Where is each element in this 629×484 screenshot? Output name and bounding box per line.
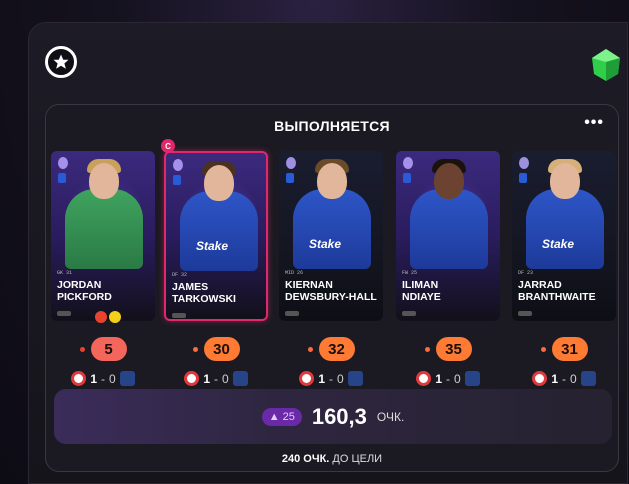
points-row: 35 [396, 337, 500, 361]
jersey-sponsor: Stake [309, 237, 342, 251]
yellow-card-icon [109, 311, 121, 323]
player-slot-4[interactable]: FW 25 ILIMAN NDIAYE 35 1 - 0 [396, 151, 500, 391]
match-result: 1 - 0 [51, 371, 155, 386]
player-face [550, 163, 580, 199]
red-card-icon [95, 311, 107, 323]
points-row: 30 [164, 337, 268, 361]
everton-icon [580, 371, 596, 386]
points-badge: 30 [203, 337, 240, 361]
player-face [89, 163, 119, 199]
team-card-panel: ВЫПОЛНЯЕТСЯ ••• GK 31 JORDAN PICKFORD 5 [45, 104, 619, 472]
jersey-sponsor: Stake [542, 237, 575, 251]
player-slot-5[interactable]: Stake DF 23 JARRAD BRANTHWAITE 31 1 - 0 [512, 151, 616, 391]
player-face [317, 163, 347, 199]
player-card[interactable]: FW 25 ILIMAN NDIAYE [396, 151, 500, 321]
player-name: JORDAN PICKFORD [57, 279, 112, 303]
player-name: JARRAD BRANTHWAITE [518, 279, 596, 303]
player-stats: DF 23 [518, 270, 534, 276]
player-card[interactable]: Stake DF 32 JAMES TARKOWSKI [164, 151, 268, 321]
match-result: 1 - 0 [512, 371, 616, 386]
total-points-value: 160,3 [311, 403, 367, 429]
player-slot-3[interactable]: Stake MID 26 KIERNAN DEWSBURY-HALL 32 1 … [279, 151, 383, 391]
player-name: KIERNAN DEWSBURY-HALL [285, 279, 377, 303]
player-stats: DF 32 [172, 272, 188, 278]
player-jersey [65, 189, 143, 269]
player-slot-1[interactable]: GK 31 JORDAN PICKFORD 5 1 - 0 [51, 151, 155, 391]
brentford-icon [71, 371, 87, 386]
points-row: 32 [279, 337, 383, 361]
jersey-sponsor: Stake [196, 239, 229, 253]
player-stats: MID 26 [285, 270, 304, 276]
club-icon [403, 173, 411, 183]
points-row: 31 [512, 337, 616, 361]
more-dots-icon[interactable]: ••• [584, 115, 604, 131]
points-badge: 5 [90, 337, 127, 361]
points-badge: 31 [551, 337, 588, 361]
player-jersey [526, 189, 604, 269]
player-slot-2[interactable]: C Stake DF 32 JAMES TARKOWSKI 30 1 - 0 [161, 139, 268, 391]
club-icon [519, 173, 527, 183]
player-jersey [293, 189, 371, 269]
club-icon [58, 173, 66, 183]
brentford-icon [299, 371, 315, 386]
star-icon[interactable] [45, 46, 77, 78]
player-jersey [180, 191, 258, 271]
points-delta-badge: ▲ 25 [261, 407, 302, 426]
status-title: ВЫПОЛНЯЕТСЯ [274, 118, 390, 134]
player-card[interactable]: Stake MID 26 KIERNAN DEWSBURY-HALL [279, 151, 383, 321]
league-icon [58, 157, 68, 169]
everton-icon [119, 371, 135, 386]
match-result: 1 - 0 [164, 371, 268, 386]
league-icon [173, 159, 183, 171]
points-badge: 35 [435, 337, 472, 361]
match-result: 1 - 0 [396, 371, 500, 386]
club-icon [286, 173, 294, 183]
points-badge: 32 [318, 337, 355, 361]
player-face [434, 163, 464, 199]
goal-text: 240 ОЧК. ДО ЦЕЛИ [281, 453, 383, 465]
total-points-bar: ▲ 25 160,3 ОЧК. [54, 389, 612, 444]
match-result: 1 - 0 [279, 371, 383, 386]
league-icon [286, 157, 296, 169]
club-icon [173, 175, 181, 185]
points-row: 5 [51, 337, 155, 361]
brentford-icon [416, 371, 432, 386]
card-tags [95, 311, 121, 323]
league-icon [519, 157, 529, 169]
player-card[interactable]: Stake DF 23 JARRAD BRANTHWAITE [512, 151, 616, 321]
gem-icon[interactable] [590, 48, 622, 82]
player-card[interactable]: GK 31 JORDAN PICKFORD [51, 151, 155, 321]
player-jersey [410, 189, 488, 269]
total-points-unit: ОЧК. [376, 409, 405, 424]
arrow-up-icon: ▲ [268, 410, 280, 423]
everton-icon [347, 371, 363, 386]
everton-icon [232, 371, 248, 386]
everton-icon [464, 371, 480, 386]
player-name: ILIMAN NDIAYE [402, 279, 441, 303]
brentford-icon [532, 371, 548, 386]
player-name: JAMES TARKOWSKI [172, 281, 236, 305]
player-face [204, 165, 234, 201]
brentford-icon [184, 371, 200, 386]
league-icon [403, 157, 413, 169]
player-stats: FW 25 [402, 270, 418, 276]
player-stats: GK 31 [57, 270, 73, 276]
